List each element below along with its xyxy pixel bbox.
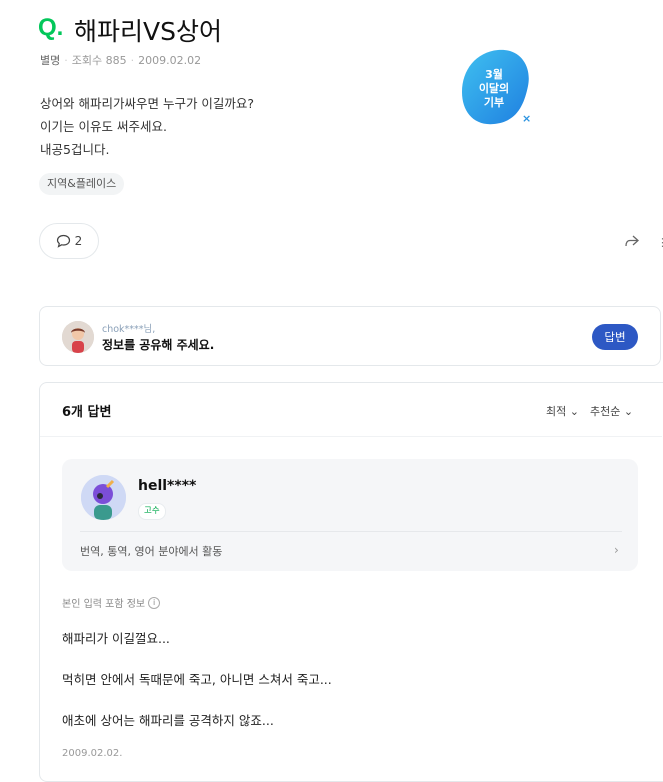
answer-count: 6개 답변 <box>62 405 112 420</box>
chevron-down-icon: ⌄ <box>566 405 579 418</box>
answerer-username[interactable]: hell**** <box>138 478 196 494</box>
question-line: 이기는 이유도 써주세요. <box>40 119 167 134</box>
sort-recommend-dropdown[interactable]: 추천순 ⌄ <box>590 403 633 419</box>
expert-badge: 고수 <box>138 503 166 520</box>
prompt-username: chok****님, <box>102 324 156 335</box>
promo-close-icon[interactable]: × <box>522 112 531 125</box>
chevron-down-icon: ⌄ <box>620 405 634 418</box>
view-count: 조회수 885 <box>71 54 127 67</box>
avatar[interactable] <box>81 475 126 520</box>
more-options-icon[interactable]: ⋮ <box>657 236 663 249</box>
comment-icon <box>56 234 70 248</box>
share-icon[interactable] <box>624 234 640 248</box>
chevron-right-icon[interactable]: › <box>614 543 619 557</box>
question-line: 상어와 해파리가싸우면 누구가 이길까요? <box>40 96 255 111</box>
question-meta: 별명 · 조회수 885 · 2009.02.02 <box>40 54 202 67</box>
comment-count: 2 <box>74 234 83 248</box>
answer-date: 2009.02.02. <box>62 748 123 759</box>
question-line: 내공5겁니다. <box>40 142 110 157</box>
donation-promo-text[interactable]: 3월 이달의 기부 <box>466 68 522 110</box>
info-icon[interactable]: i <box>148 596 161 609</box>
answer-line: 해파리가 이길껄요... <box>62 631 170 646</box>
author-name[interactable]: 별명 <box>40 54 60 67</box>
question-date: 2009.02.02 <box>138 54 202 67</box>
answer-line: 애초에 상어는 해파리를 공격하지 않죠... <box>62 713 274 728</box>
divider <box>80 531 622 532</box>
avatar <box>62 321 94 353</box>
user-avatar-icon <box>81 475 126 520</box>
divider <box>40 436 662 437</box>
question-mark: Q. <box>38 14 64 41</box>
comment-button[interactable]: 2 <box>39 223 99 259</box>
answerer-field: 번역, 통역, 영어 분야에서 활동 <box>80 545 223 558</box>
category-tag[interactable]: 지역&플레이스 <box>39 173 125 195</box>
answer-line: 먹히면 안에서 독때문에 죽고, 아니면 스쳐서 죽고... <box>62 672 332 687</box>
prompt-message: 정보를 공유해 주세요. <box>102 338 215 352</box>
user-avatar-icon <box>62 321 94 353</box>
sort-best-dropdown[interactable]: 최적 ⌄ <box>546 403 579 419</box>
question-body: 상어와 해파리가싸우면 누구가 이길까요? 이기는 이유도 써주세요. 내공5겁… <box>40 92 254 161</box>
question-title: 해파리VS상어 <box>74 17 222 46</box>
info-notice: 본인 입력 포함 정보 i <box>62 595 161 610</box>
answer-button[interactable]: 답변 <box>592 324 638 350</box>
